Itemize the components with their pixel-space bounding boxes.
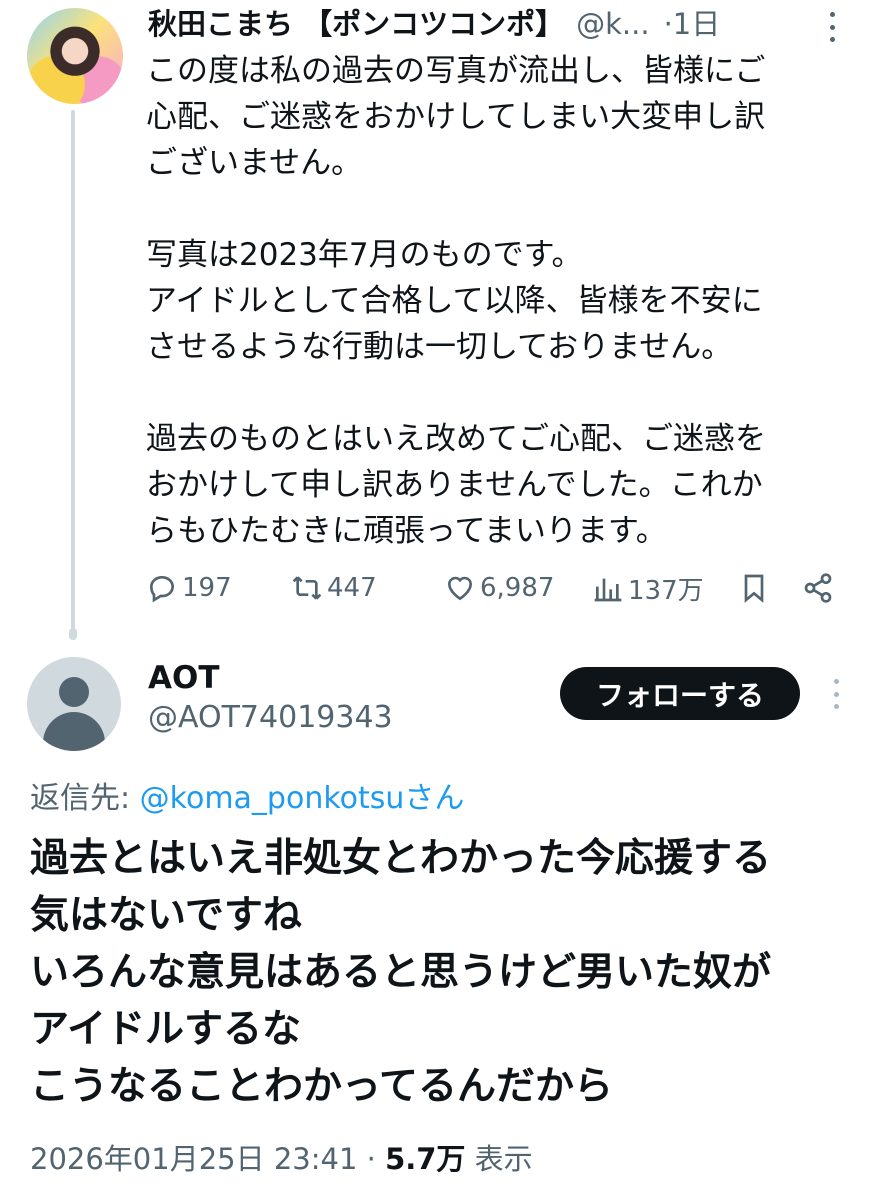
tweet-actions: 197 447 6,987 137万 — [146, 566, 846, 610]
tweet-meta: 2026年01月25日 23:41 · 5.7万 表示 — [30, 1136, 533, 1178]
thread-line-end — [69, 628, 77, 640]
tweet-header: 秋田こまち 【ポンコツコンポ】 @k... ·1日 — [148, 6, 720, 42]
reply-mention-link[interactable]: @koma_ponkotsu — [140, 781, 405, 816]
like-button[interactable]: 6,987 — [444, 566, 554, 610]
tweet-timestamp[interactable]: 2026年01月25日 23:41 · — [30, 1142, 385, 1176]
tweet-text: この度は私の過去の写真が流出し、皆様にご 心配、ご迷惑をおかけしてしまい大変申し… — [146, 48, 866, 554]
share-button[interactable] — [802, 566, 838, 610]
tweet-line: いろんな意見はあると思うけど男いた奴が — [30, 950, 772, 995]
tweet-line: 過去とはいえ非処女とわかった今応援する — [30, 836, 772, 881]
more-icon[interactable] — [820, 12, 844, 42]
view-count: 5.7万 — [385, 1142, 466, 1176]
bookmark-icon — [744, 574, 764, 603]
author-handle[interactable]: @AOT74019343 — [148, 700, 393, 735]
more-icon[interactable] — [826, 679, 846, 709]
reply-suffix: さん — [404, 781, 465, 816]
avatar[interactable] — [27, 657, 121, 751]
tweet-line: 写真は2023年7月のものです。 — [146, 237, 583, 273]
views-button[interactable]: 137万 — [592, 566, 704, 610]
tweet-line: アイドルするな — [30, 1007, 302, 1052]
tweet-line: アイドルとして合格して以降、皆様を不安に — [146, 283, 763, 319]
tweet-line: こうなることわかってるんだから — [30, 1064, 614, 1109]
reply-context: 返信先: @koma_ponkotsuさん — [30, 773, 464, 817]
tweet-time[interactable]: ·1日 — [664, 6, 721, 42]
tweet-line: らもひたむきに頑張ってまいります。 — [146, 513, 667, 549]
tweet-line: おかけして申し訳ありませんでした。これか — [146, 467, 763, 503]
avatar[interactable] — [27, 8, 123, 104]
views-icon — [594, 578, 622, 602]
repost-icon — [292, 576, 322, 600]
author-name[interactable]: AOT — [148, 660, 220, 696]
thread-line — [71, 110, 75, 630]
repost-button[interactable]: 447 — [291, 566, 377, 610]
tweet-line: 過去のものとはいえ改めてご心配、ご迷惑を — [146, 421, 766, 457]
tweet-line: この度は私の過去の写真が流出し、皆様にご — [146, 53, 766, 89]
share-icon — [804, 573, 832, 603]
author-name[interactable]: 秋田こまち 【ポンコツコンポ】 — [148, 6, 564, 42]
tweet-line: 気はないですね — [30, 893, 302, 938]
like-count: 6,987 — [480, 573, 555, 603]
like-icon — [447, 576, 473, 601]
tweet-line: 心配、ご迷惑をおかけしてしまい大変申し訳 — [146, 99, 766, 135]
view-label: 表示 — [465, 1142, 533, 1176]
bookmark-button[interactable] — [738, 566, 774, 610]
tweet-line: させるような行動は一切しておりません。 — [146, 329, 733, 365]
repost-count: 447 — [327, 573, 377, 603]
author-handle[interactable]: @k... — [576, 6, 649, 42]
reply-count: 197 — [182, 573, 232, 603]
tweet-line: ございません。 — [146, 145, 363, 181]
views-count: 137万 — [628, 575, 704, 606]
tweet-text: 過去とはいえ非処女とわかった今応援する 気はないですね いろんな意見はあると思う… — [30, 830, 860, 1115]
reply-icon — [149, 575, 175, 603]
follow-button[interactable]: フォローする — [560, 667, 800, 720]
reply-prefix: 返信先: — [30, 781, 140, 816]
reply-button[interactable]: 197 — [146, 566, 232, 610]
